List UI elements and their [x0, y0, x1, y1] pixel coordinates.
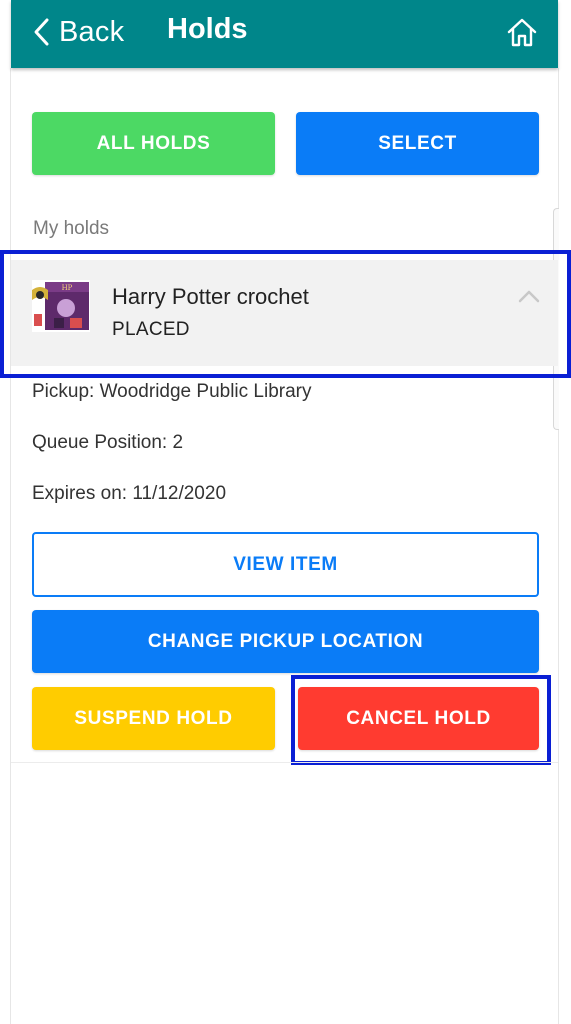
expiration-text: Expires on: 11/12/2020	[32, 483, 227, 504]
select-button[interactable]: SELECT	[296, 112, 539, 175]
pickup-location-text: Pickup: Woodridge Public Library	[32, 381, 312, 402]
suspend-hold-button[interactable]: SUSPEND HOLD	[32, 687, 275, 750]
book-cover-thumbnail[interactable]: HP	[32, 280, 90, 332]
chevron-up-icon[interactable]	[515, 286, 543, 306]
cancel-hold-highlight	[291, 675, 551, 765]
view-item-button[interactable]: VIEW ITEM	[32, 532, 539, 597]
content-border-left	[10, 68, 11, 1024]
home-icon[interactable]	[505, 16, 539, 50]
back-button[interactable]: Back	[31, 12, 124, 52]
holds-screen: Back Holds ALL HOLDS SELECT My holds HP …	[0, 0, 571, 1024]
hold-title: Harry Potter crochet	[112, 284, 309, 309]
all-holds-button[interactable]: ALL HOLDS	[32, 112, 275, 175]
chevron-left-icon	[34, 18, 49, 46]
app-header: Back Holds	[11, 0, 558, 68]
divider	[11, 762, 558, 763]
hold-status: PLACED	[112, 319, 190, 340]
back-label: Back	[59, 15, 125, 48]
section-heading: My holds	[33, 218, 110, 239]
svg-text:HP: HP	[62, 284, 73, 292]
queue-position-text: Queue Position: 2	[32, 432, 184, 453]
page-title: Holds	[167, 13, 248, 45]
change-pickup-location-button[interactable]: CHANGE PICKUP LOCATION	[32, 610, 539, 673]
